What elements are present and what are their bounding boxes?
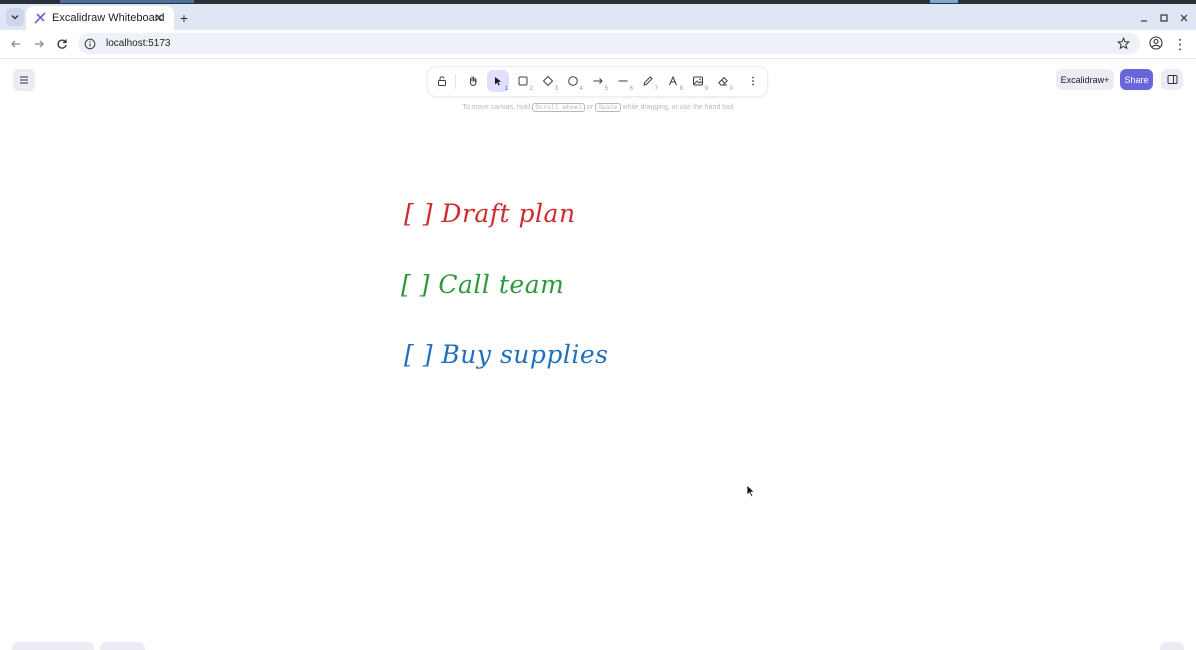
hint-text: while dragging, or use the hand tool — [622, 104, 734, 111]
tool-shortcut: 6 — [629, 86, 633, 92]
lock-icon — [438, 76, 446, 86]
tool-lock[interactable] — [431, 70, 453, 92]
shapes-toolbar: 1 2 3 4 5 6 7 8 9 0 — [428, 67, 767, 96]
close-window-icon[interactable] — [1176, 10, 1192, 26]
line-icon — [618, 80, 628, 82]
hint-key-scroll: Scroll wheel — [532, 103, 585, 112]
tool-diamond[interactable]: 3 — [537, 70, 559, 92]
tool-arrow[interactable]: 5 — [587, 70, 609, 92]
ellipse-icon — [568, 76, 578, 86]
image-icon — [693, 76, 703, 86]
close-tab-icon[interactable]: ✕ — [152, 11, 166, 25]
tool-eraser[interactable]: 0 — [712, 70, 734, 92]
tool-hand[interactable] — [462, 70, 484, 92]
excalidraw-favicon-icon — [34, 12, 46, 24]
more-vertical-icon — [752, 76, 754, 86]
tab-title: Excalidraw Whiteboard — [52, 12, 165, 24]
pointer-icon — [495, 77, 501, 86]
hint-text: To move canvas, hold — [462, 104, 531, 111]
tool-ellipse[interactable]: 4 — [562, 70, 584, 92]
tool-selection[interactable]: 1 — [487, 70, 509, 92]
mouse-cursor-icon — [746, 484, 756, 498]
canvas-text-buy-supplies[interactable]: [ ] Buy supplies — [404, 340, 609, 369]
tool-shortcut: 2 — [529, 86, 533, 92]
share-button[interactable]: Share — [1120, 69, 1153, 90]
tool-shortcut: 3 — [554, 86, 558, 92]
back-arrow-icon[interactable] — [8, 36, 24, 52]
excalidraw-plus-button[interactable]: Excalidraw+ — [1056, 69, 1114, 90]
new-tab-button[interactable]: + — [176, 10, 192, 26]
more-tools-button[interactable] — [742, 70, 764, 92]
tool-shortcut: 5 — [604, 86, 608, 92]
hand-icon — [469, 76, 477, 87]
tool-shortcut: 7 — [654, 86, 658, 92]
zoom-controls[interactable] — [12, 642, 94, 650]
pencil-icon — [643, 76, 653, 86]
arrow-icon — [593, 78, 603, 84]
tool-shortcut: 0 — [729, 86, 733, 92]
browser-tab-bar: Excalidraw Whiteboard ✕ + — [0, 4, 1196, 30]
tool-shortcut: 8 — [679, 86, 683, 92]
minimize-window-icon[interactable] — [1136, 10, 1152, 26]
canvas-hint: To move canvas, hold Scroll wheel or Spa… — [0, 103, 1196, 112]
tool-shortcut: 9 — [704, 86, 708, 92]
hint-key-space: Space — [595, 103, 621, 112]
maximize-window-icon[interactable] — [1156, 10, 1172, 26]
url-text: localhost:5173 — [106, 38, 171, 49]
sidebar-toggle-icon — [1167, 75, 1177, 84]
canvas-text-call-team[interactable]: [ ] Call team — [401, 270, 564, 299]
bookmark-star-icon[interactable] — [1117, 37, 1130, 50]
profile-avatar-icon[interactable] — [1149, 36, 1165, 52]
tool-shortcut: 4 — [579, 86, 583, 92]
eraser-icon — [718, 76, 728, 86]
reload-icon[interactable] — [54, 36, 70, 52]
os-taskbar-item[interactable] — [930, 0, 958, 3]
os-taskbar-item[interactable] — [60, 0, 194, 3]
diamond-icon — [542, 75, 554, 87]
browser-nav-row: localhost:5173 ⋮ — [0, 30, 1196, 59]
hamburger-icon — [20, 76, 28, 84]
help-button[interactable] — [1160, 642, 1184, 650]
address-bar[interactable]: localhost:5173 — [78, 33, 1140, 54]
library-sidebar-button[interactable] — [1161, 69, 1183, 90]
browser-menu-icon[interactable]: ⋮ — [1173, 36, 1187, 52]
canvas-text-draft-plan[interactable]: [ ] Draft plan — [404, 199, 576, 228]
text-icon — [669, 75, 677, 86]
undo-redo-controls[interactable] — [100, 642, 145, 650]
tool-line[interactable]: 6 — [612, 70, 634, 92]
chevron-down-icon — [11, 15, 19, 20]
excalidraw-app: 1 2 3 4 5 6 7 8 9 0 To move canvas, hold… — [0, 59, 1196, 650]
toolbar-divider — [455, 74, 456, 89]
tool-draw[interactable]: 7 — [637, 70, 659, 92]
browser-tab-active[interactable]: Excalidraw Whiteboard ✕ — [26, 6, 174, 30]
main-menu-button[interactable] — [13, 69, 35, 91]
hint-text: or — [586, 104, 594, 111]
rectangle-icon — [518, 76, 528, 86]
tab-search-button[interactable] — [6, 8, 24, 26]
tool-shortcut: 1 — [504, 86, 508, 92]
forward-arrow-icon[interactable] — [31, 36, 47, 52]
tool-image[interactable]: 9 — [687, 70, 709, 92]
site-info-icon[interactable] — [84, 38, 96, 50]
tool-text[interactable]: 8 — [662, 70, 684, 92]
tool-rectangle[interactable]: 2 — [512, 70, 534, 92]
